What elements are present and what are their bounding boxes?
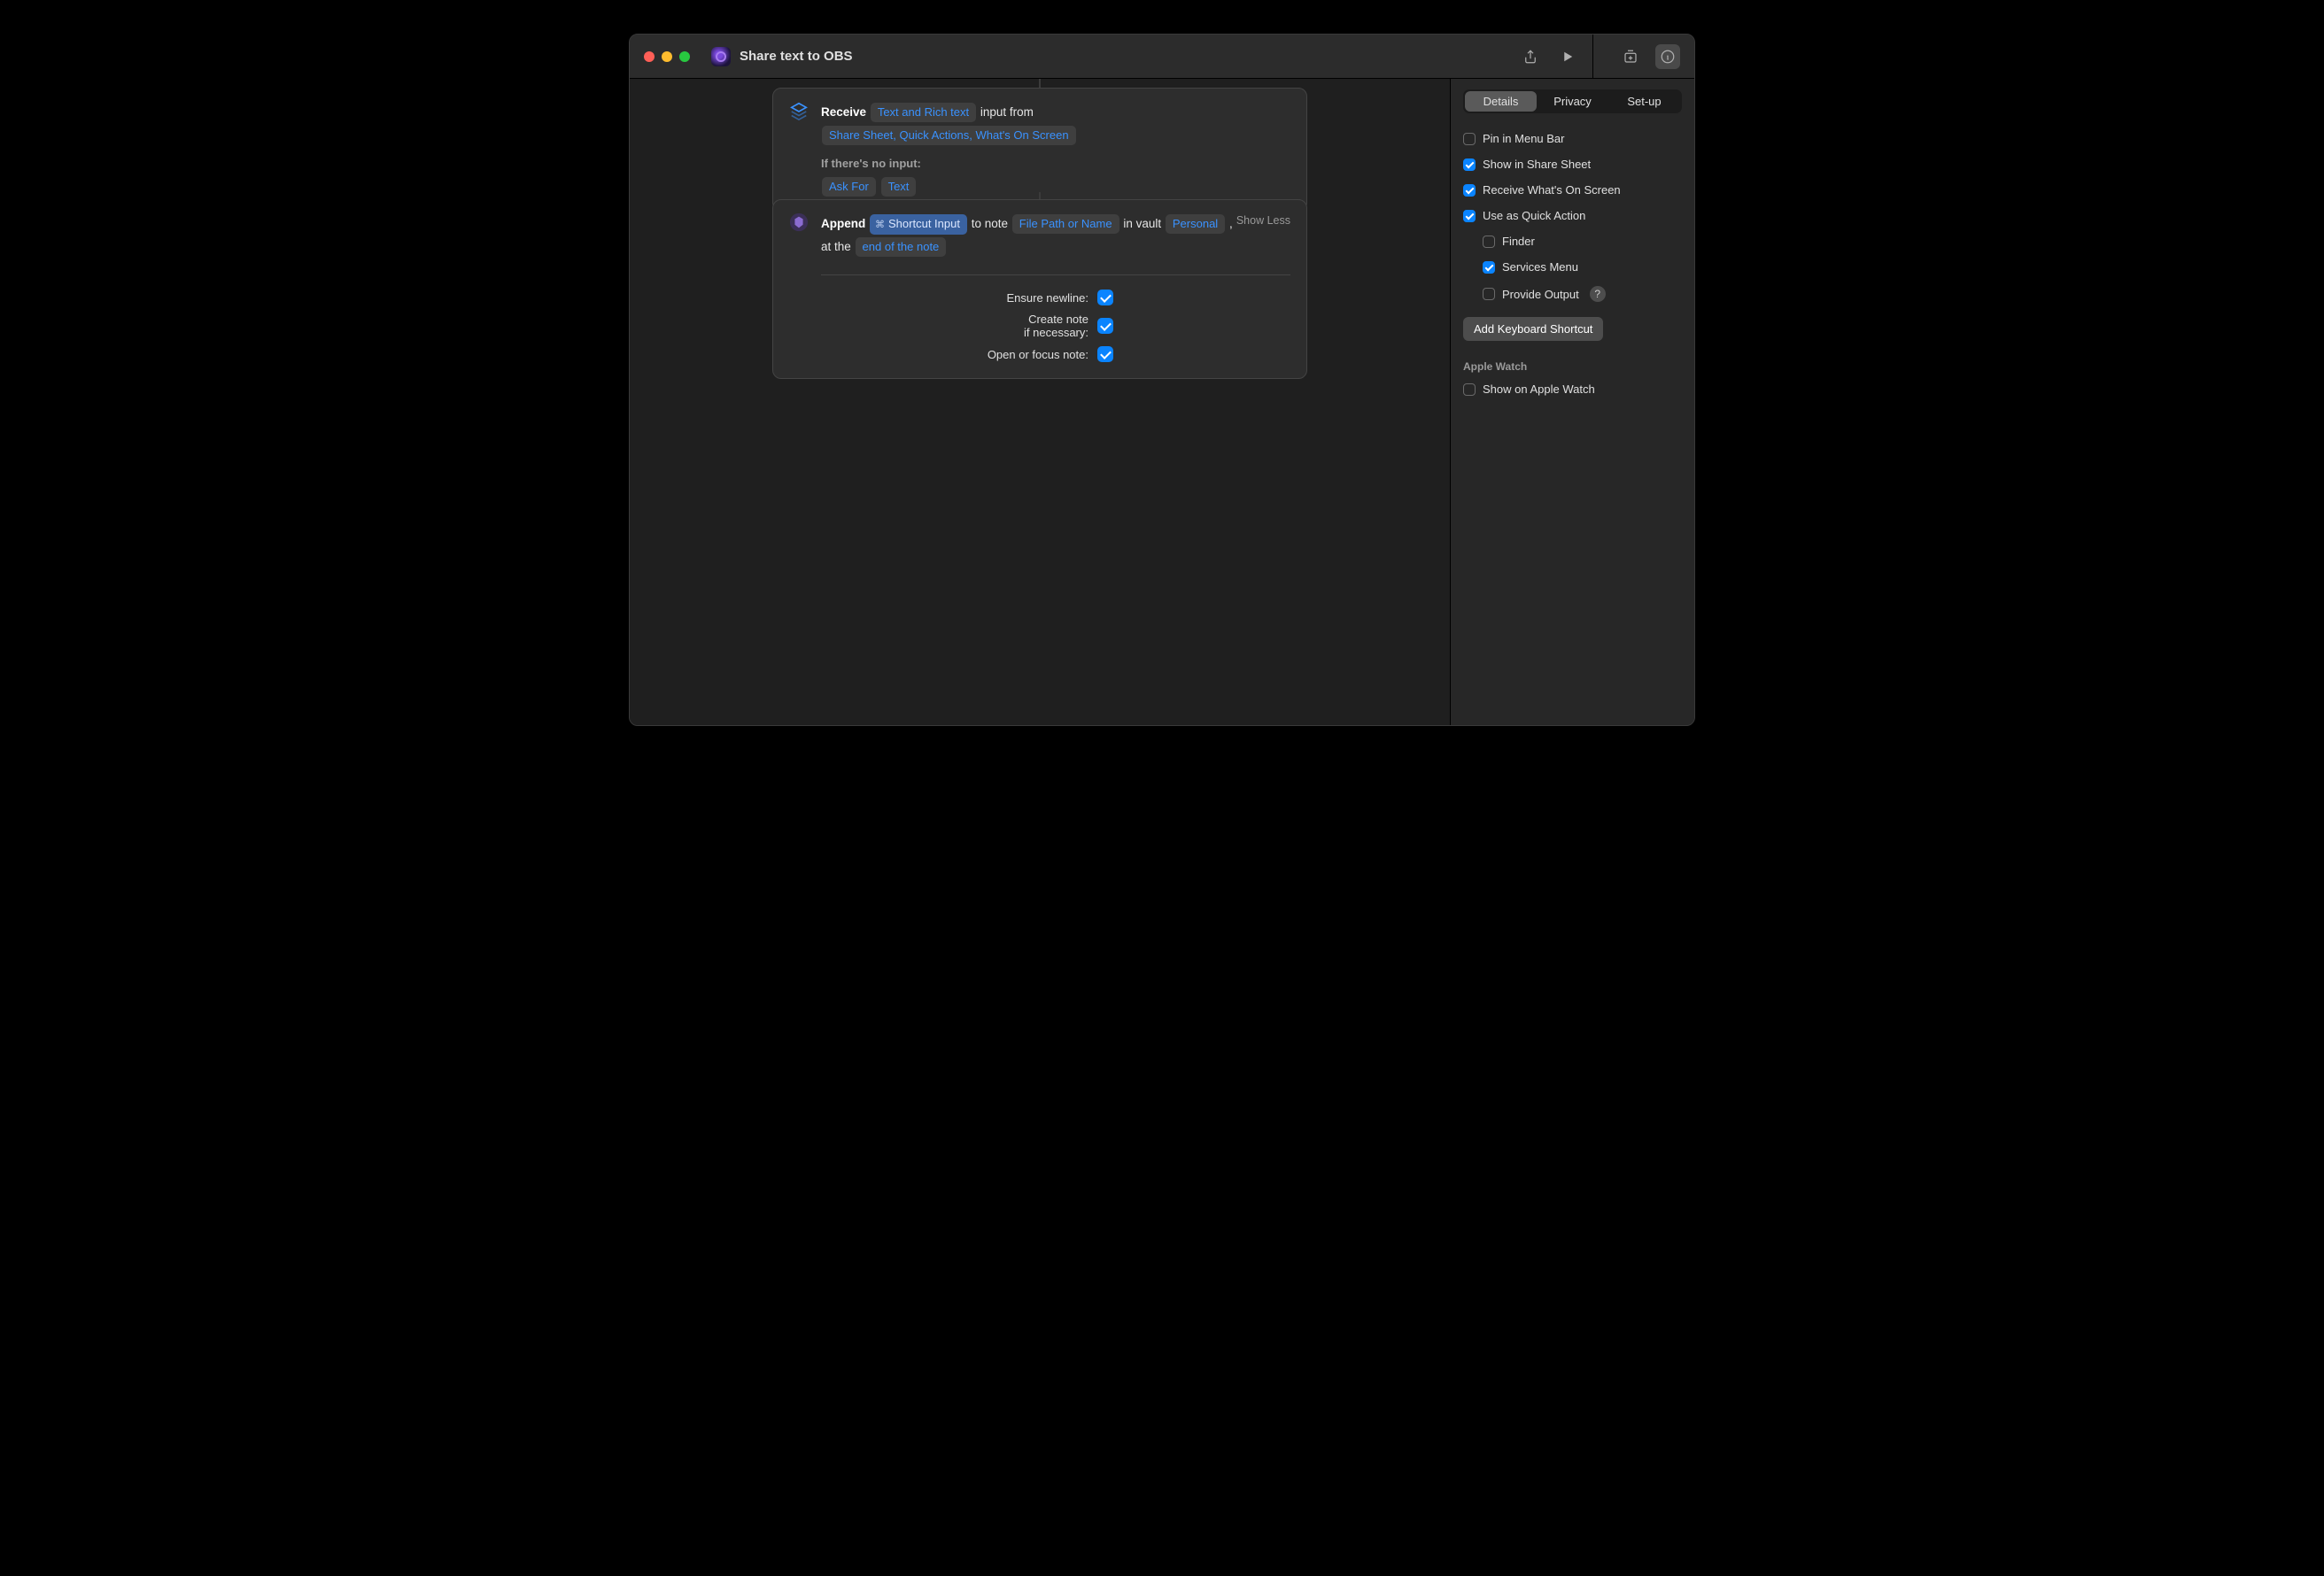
close-button[interactable] [644,51,655,62]
maximize-button[interactable] [679,51,690,62]
to-note-label: to note [972,217,1008,230]
input-from-label: input from [980,105,1034,119]
finder-check[interactable] [1483,236,1495,248]
quick-action-check[interactable] [1463,210,1476,222]
help-icon[interactable]: ? [1590,286,1606,302]
vault-token[interactable]: Personal [1166,214,1225,234]
info-icon [1660,49,1676,65]
finder-label: Finder [1502,235,1535,248]
library-button[interactable] [1618,44,1643,69]
minimize-button[interactable] [662,51,672,62]
shortcuts-editor-window: Share text to OBS Rec [629,34,1695,726]
receive-screen-check[interactable] [1463,184,1476,197]
share-sheet-option[interactable]: Show in Share Sheet [1463,155,1682,174]
share-sheet-check[interactable] [1463,158,1476,171]
receive-screen-option[interactable]: Receive What's On Screen [1463,181,1682,199]
share-icon [1522,49,1538,65]
position-token[interactable]: end of the note [856,237,947,257]
services-option[interactable]: Services Menu [1483,258,1682,276]
provide-output-option[interactable]: Provide Output ? [1483,283,1682,305]
connector-line [1039,79,1041,88]
toolbar-separator [1592,35,1593,79]
pin-menubar-option[interactable]: Pin in Menu Bar [1463,129,1682,148]
show-less-button[interactable]: Show Less [1236,214,1290,227]
titlebar: Share text to OBS [630,35,1694,79]
append-verb: Append [821,217,865,230]
apple-watch-section-label: Apple Watch [1463,360,1682,373]
append-action[interactable]: Show Less Append Shortcut Input to note … [772,199,1307,379]
apple-watch-option[interactable]: Show on Apple Watch [1463,380,1682,398]
sidebar-tabs: Details Privacy Set-up [1463,89,1682,113]
ensure-newline-label: Ensure newline: [1007,291,1089,305]
askfor-token[interactable]: Ask For [822,177,876,197]
finder-option[interactable]: Finder [1483,232,1682,251]
create-note-label: Create note if necessary: [1024,313,1088,339]
shortcut-input-token[interactable]: Shortcut Input [870,214,967,235]
input-sources-token[interactable]: Share Sheet, Quick Actions, What's On Sc… [822,126,1076,145]
receive-icon [789,101,809,120]
noinput-label: If there's no input: [821,152,1290,175]
run-button[interactable] [1555,44,1580,69]
services-label: Services Menu [1502,260,1578,274]
shortcut-icon [711,47,731,66]
provide-output-label: Provide Output [1502,288,1579,301]
play-icon [1560,49,1576,65]
receive-verb: Receive [821,105,866,119]
create-note-check[interactable] [1097,318,1113,334]
details-sidebar: Details Privacy Set-up Pin in Menu Bar S… [1450,79,1694,725]
tab-setup[interactable]: Set-up [1608,91,1680,112]
receive-screen-label: Receive What's On Screen [1483,183,1621,197]
tab-details[interactable]: Details [1465,91,1537,112]
library-icon [1623,49,1638,65]
apple-watch-label: Show on Apple Watch [1483,382,1595,396]
provide-output-check[interactable] [1483,288,1495,300]
connector-line [1039,192,1041,199]
quick-action-option[interactable]: Use as Quick Action [1463,206,1682,225]
window-title: Share text to OBS [740,49,853,64]
workflow-canvas[interactable]: Receive Text and Rich text input from Sh… [630,79,1450,725]
pin-menubar-label: Pin in Menu Bar [1483,132,1565,145]
quick-action-label: Use as Quick Action [1483,209,1585,222]
ask-type-token[interactable]: Text [881,177,917,197]
open-note-label: Open or focus note: [988,348,1088,361]
details-toggle-button[interactable] [1655,44,1680,69]
share-button[interactable] [1518,44,1543,69]
in-vault-label: in vault [1123,217,1161,230]
services-check[interactable] [1483,261,1495,274]
tab-privacy[interactable]: Privacy [1537,91,1608,112]
obsidian-icon [789,212,809,232]
editor-body: Receive Text and Rich text input from Sh… [630,79,1694,725]
add-keyboard-shortcut-button[interactable]: Add Keyboard Shortcut [1463,317,1603,341]
pin-menubar-check[interactable] [1463,133,1476,145]
input-types-token[interactable]: Text and Rich text [871,103,976,122]
file-path-token[interactable]: File Path or Name [1012,214,1119,234]
ensure-newline-check[interactable] [1097,290,1113,305]
apple-watch-check[interactable] [1463,383,1476,396]
append-options: Ensure newline: Create note if necessary… [821,274,1290,366]
traffic-lights [644,51,690,62]
open-note-check[interactable] [1097,346,1113,362]
share-sheet-label: Show in Share Sheet [1483,158,1591,171]
